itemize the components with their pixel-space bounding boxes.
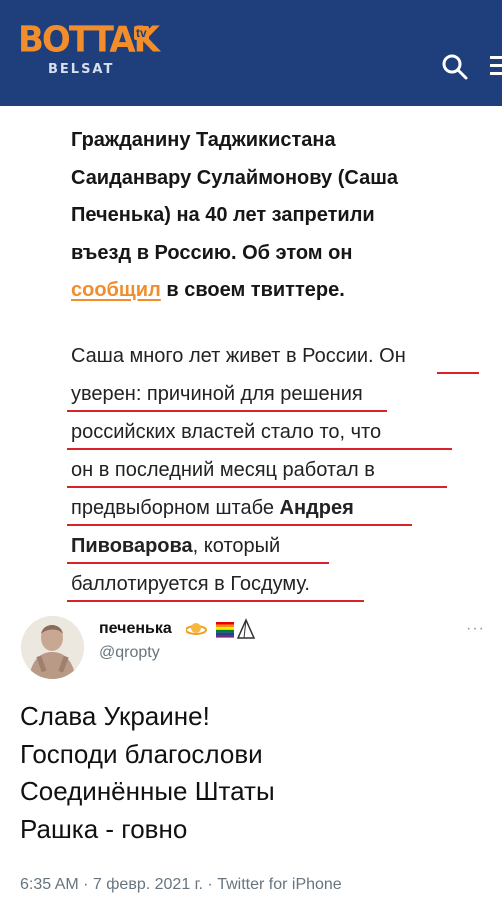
- red-underline: [67, 562, 329, 564]
- display-name[interactable]: печенька: [99, 620, 172, 638]
- red-underline: [67, 486, 447, 488]
- rainbow-flag-icon: [216, 622, 234, 638]
- tweet-card: печенька @qropty ··· Слава Украине! Госп…: [0, 606, 502, 900]
- line-text: уверен: причиной для решения: [71, 383, 363, 405]
- red-underline: [67, 410, 387, 412]
- avatar-image: [21, 616, 84, 679]
- article-paragraph: Саша много лет живет в России. Он уверен…: [67, 337, 491, 603]
- paragraph-line: баллотируется в Госдуму.: [67, 565, 491, 603]
- paragraph-line: Саша много лет живет в России. Он: [71, 337, 491, 375]
- more-options-icon[interactable]: ···: [466, 620, 485, 638]
- menu-button[interactable]: [490, 56, 502, 78]
- name-emoji-badges: [186, 618, 256, 639]
- tweet-text: Слава Украине! Господи благослови Соедин…: [20, 698, 490, 848]
- search-icon: [442, 54, 468, 80]
- logo-subtitle: BELSAT: [48, 62, 115, 77]
- planet-emoji-icon: [186, 623, 207, 635]
- line-text: российских властей стало то, что: [71, 421, 382, 443]
- red-underline: [437, 372, 479, 374]
- tweet-line: Господи благослови: [20, 738, 263, 769]
- line-text: , который: [192, 535, 281, 557]
- surname-bold: Пивоварова: [71, 535, 193, 557]
- paragraph-line: российских властей стало то, что: [67, 413, 491, 451]
- source-link[interactable]: сообщил: [71, 279, 161, 301]
- red-underline: [67, 524, 412, 526]
- paragraph-line: предвыборном штабе Андрея: [67, 489, 491, 527]
- logo-tv-badge: tv: [134, 26, 149, 40]
- user-handle[interactable]: @qropty: [99, 644, 160, 662]
- article-lead: Гражданину Таджикистана Саиданвару Сулай…: [71, 122, 401, 310]
- line-text: Саша много лет живет в России. Он: [71, 345, 406, 367]
- line-text: предвыборном штабе: [71, 497, 274, 519]
- tweet-line: Рашка - говно: [20, 813, 188, 844]
- avatar[interactable]: [21, 616, 84, 679]
- search-button[interactable]: [440, 52, 470, 82]
- paragraph-line: он в последний месяц работал в: [67, 451, 491, 489]
- line-text: баллотируется в Госдуму.: [71, 573, 310, 595]
- tweet-timestamp[interactable]: 6:35 AM · 7 февр. 2021 г. · Twitter for …: [20, 876, 342, 894]
- lead-text-end: в своем твиттере.: [166, 279, 345, 301]
- paragraph-line: уверен: причиной для решения: [67, 375, 491, 413]
- red-underline: [67, 448, 452, 450]
- tweet-line: Соединённые Штаты: [20, 776, 275, 806]
- red-underline: [67, 600, 364, 602]
- paragraph-line: Пивоварова, который: [67, 527, 491, 565]
- article-excerpt: Гражданину Таджикистана Саиданвару Сулай…: [0, 106, 502, 606]
- tweet-line: Слава Украине!: [20, 701, 210, 731]
- line-text: он в последний месяц работал в: [71, 459, 375, 481]
- menu-icon: [490, 56, 502, 75]
- name-bold: Андрея: [279, 497, 354, 519]
- triangle-flag-icon: [236, 618, 256, 639]
- site-header: BOTTAK tv BELSAT: [0, 0, 502, 106]
- site-logo[interactable]: BOTTAK tv BELSAT: [18, 18, 160, 82]
- lead-text: Гражданину Таджикистана Саиданвару Сулай…: [71, 129, 399, 264]
